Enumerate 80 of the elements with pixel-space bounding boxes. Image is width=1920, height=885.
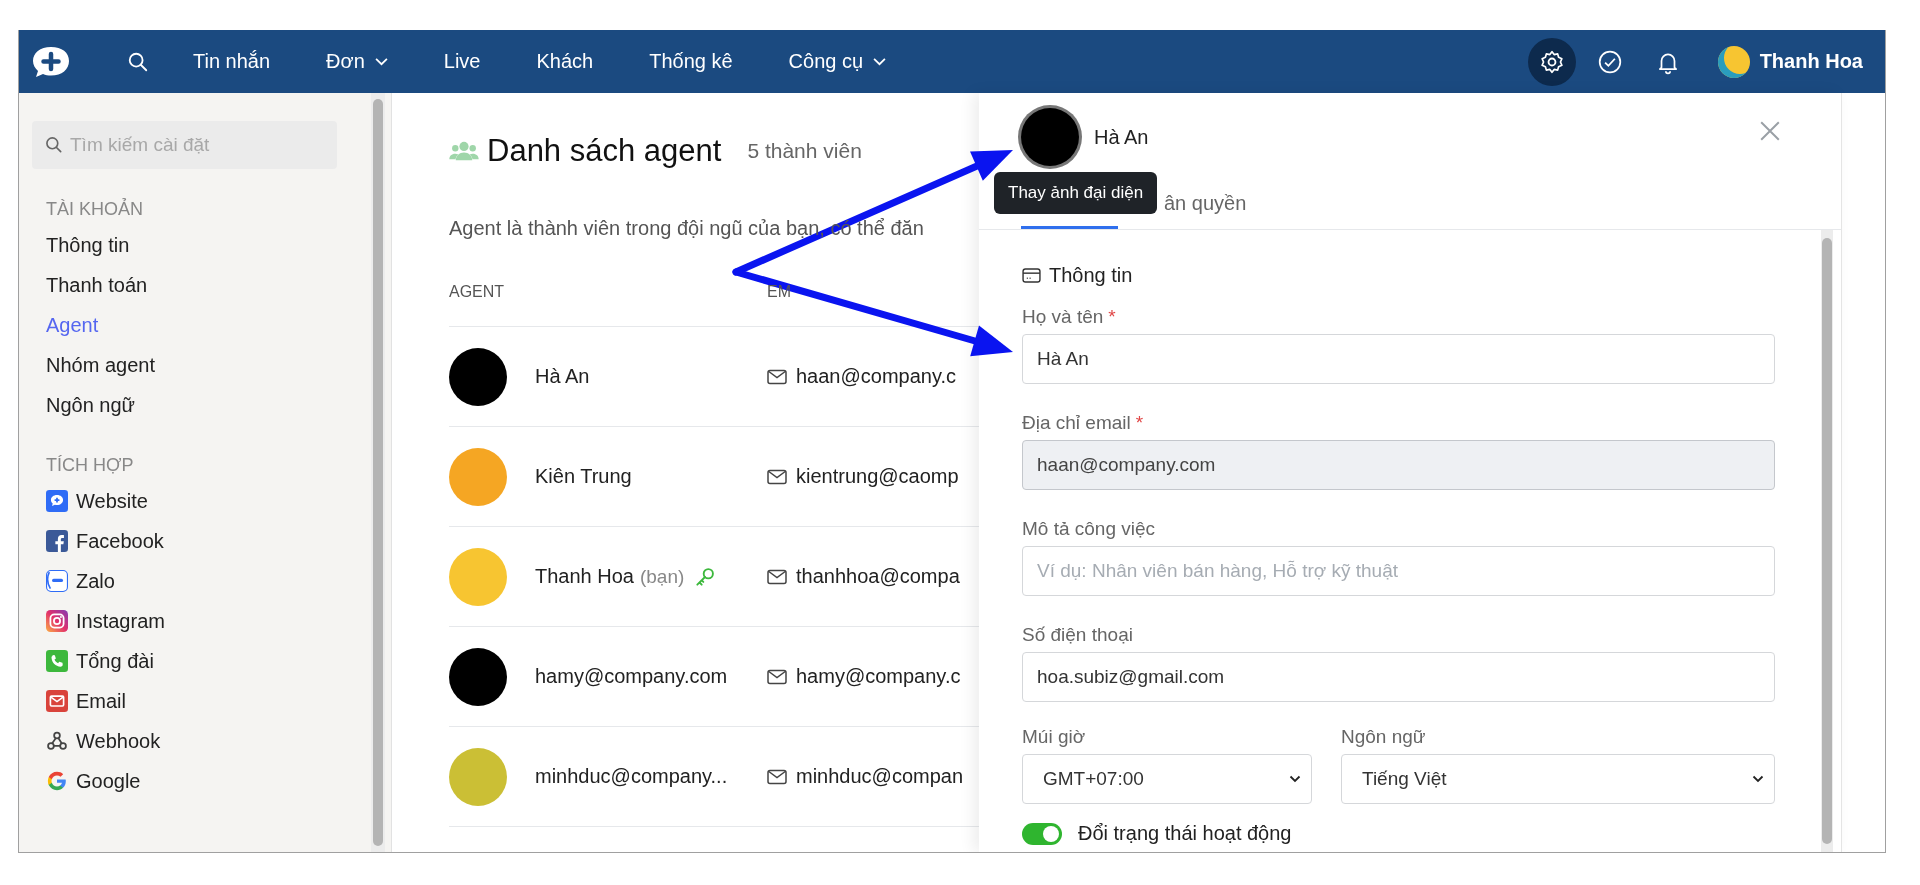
scrollbar[interactable]	[1822, 238, 1832, 844]
sidebar-item[interactable]: Tổng đài	[76, 641, 154, 681]
toggle-switch[interactable]	[1022, 822, 1062, 845]
sidebar-item[interactable]: Webhook	[76, 721, 161, 761]
sidebar-item[interactable]: Google	[76, 761, 141, 801]
check-circle-icon	[1596, 48, 1623, 75]
agent-email: thanhhoa@compa	[796, 565, 960, 588]
envelope-icon	[767, 668, 787, 685]
logo-icon[interactable]	[31, 44, 71, 79]
section-heading: TÍCH HỢP	[46, 454, 134, 477]
agent-name: Hà An	[1094, 125, 1149, 149]
sidebar-item[interactable]: Nhóm agent	[46, 345, 155, 385]
you-label: (bạn)	[639, 565, 685, 588]
toggle-label: Đổi trạng thái hoạt động	[1078, 822, 1292, 845]
google-icon	[46, 770, 68, 792]
search-field[interactable]: Tìm kiếm cài đặt	[32, 121, 337, 169]
column-header: AGENT	[449, 282, 506, 301]
envelope-icon	[767, 468, 787, 485]
input-field[interactable]: hoa.subiz@gmail.com	[1022, 652, 1775, 702]
agent-name[interactable]: Kiên Trung	[535, 465, 632, 488]
nav-link[interactable]: Khách	[536, 50, 594, 73]
close-icon[interactable]	[1759, 120, 1781, 142]
sidebar-item[interactable]: Agent	[46, 305, 99, 345]
section-title: Thông tin	[1049, 263, 1133, 287]
agent-name[interactable]: minhduc@company...	[535, 765, 728, 788]
field-label: Địa chỉ email	[1022, 412, 1131, 434]
agent-name[interactable]: hamy@company.com	[535, 665, 728, 688]
agent-email: kientrung@caomp	[796, 465, 959, 488]
facebook-icon	[46, 530, 68, 552]
nav-link[interactable]: Đơn	[326, 50, 388, 73]
user-name[interactable]: Thanh Hoa	[1759, 50, 1863, 73]
sidebar-item[interactable]: Email	[76, 681, 126, 721]
required-mark: *	[1108, 306, 1116, 328]
sidebar-item[interactable]: Instagram	[76, 601, 165, 641]
avatar[interactable]	[1021, 108, 1079, 166]
sidebar-item[interactable]: Thông tin	[46, 225, 130, 265]
nav-link[interactable]: Công cụ	[788, 50, 887, 73]
select-field[interactable]: GMT+07:00	[1022, 754, 1312, 804]
chat-icon	[46, 490, 68, 512]
caret-icon	[1289, 775, 1301, 783]
agent-email: haan@company.c	[796, 365, 957, 388]
agent-name[interactable]: Hà An	[535, 365, 590, 388]
instagram-icon	[46, 610, 68, 632]
required-mark: *	[1135, 412, 1144, 434]
caret-icon	[1752, 775, 1764, 783]
agent-email: minhduc@compan	[796, 765, 964, 788]
field-label: Mô tả công việc	[1022, 518, 1156, 540]
sidebar-item[interactable]: Website	[76, 481, 148, 521]
field-label: Số điện thoại	[1022, 624, 1133, 646]
select-field[interactable]: Tiếng Việt	[1341, 754, 1775, 804]
sidebar-item[interactable]: Ngôn ngữ	[46, 385, 135, 425]
nav-link[interactable]: Tin nhắn	[193, 50, 271, 73]
nav-link[interactable]: Thống kê	[649, 50, 733, 73]
member-count: 5 thành viên	[747, 139, 862, 163]
field-label: Họ và tên	[1022, 306, 1104, 328]
nav-link[interactable]: Live	[443, 50, 481, 73]
field-label: Ngôn ngữ	[1341, 725, 1427, 749]
sidebar-item[interactable]: Facebook	[76, 521, 164, 561]
envelope-icon	[767, 568, 787, 585]
envelope-icon	[767, 368, 787, 385]
sidebar-item[interactable]: Thanh toán	[46, 265, 148, 305]
webhook-icon	[46, 730, 68, 752]
agent-name[interactable]: Thanh Hoa	[535, 565, 634, 588]
envelope-icon	[767, 768, 787, 785]
sidebar-item[interactable]: Zalo	[76, 561, 115, 601]
tooltip: Thay ảnh đại diện	[994, 172, 1158, 214]
input-field[interactable]: Ví dụ: Nhân viên bán hàng, Hỗ trợ kỹ thuật	[1022, 546, 1775, 596]
envelope-icon	[46, 690, 68, 712]
scrollbar[interactable]	[373, 99, 383, 846]
field-label: Múi giờ	[1022, 725, 1087, 749]
page-title: Danh sách agent	[487, 133, 722, 169]
section-heading: TÀI KHOẢN	[46, 197, 143, 221]
phone-icon	[46, 650, 68, 672]
card-icon	[1022, 267, 1041, 283]
input-field[interactable]: Hà An	[1022, 334, 1775, 384]
settings-icon	[1538, 48, 1565, 75]
agent-email: hamy@company.c	[796, 665, 961, 688]
search-icon[interactable]	[127, 50, 149, 73]
user-avatar[interactable]	[1717, 45, 1750, 78]
people-icon	[449, 140, 479, 162]
